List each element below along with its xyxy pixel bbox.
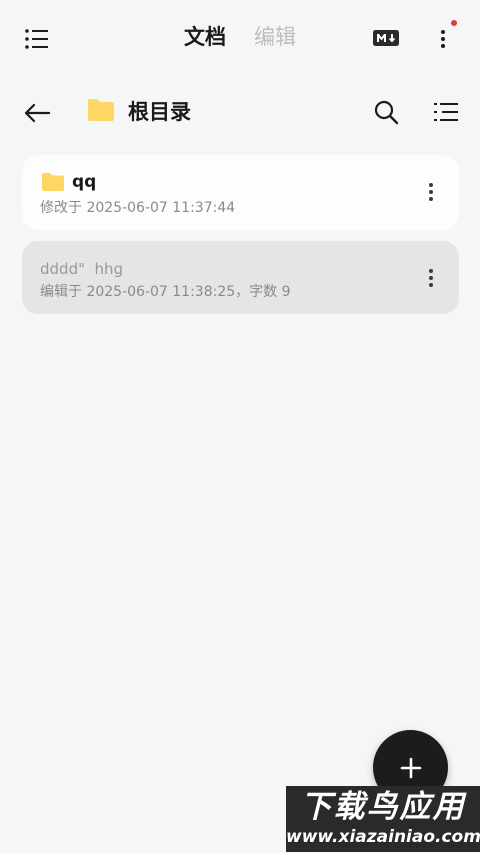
notification-dot [451,20,457,26]
top-bar: 文档 编辑 [0,0,480,76]
watermark-brand: 下载鸟应用 [300,789,466,825]
list-item-folder[interactable]: qq 修改于 2025-06-07 11:37:44 [22,155,459,230]
list-item-note[interactable]: dddd" hhg 编辑于 2025-06-07 11:38:25，字数 9 [22,241,459,314]
folder-name: qq [72,172,97,192]
tab-documents[interactable]: 文档 [184,22,226,52]
markdown-button[interactable] [370,24,402,52]
search-icon [374,100,399,125]
search-button[interactable] [368,94,404,130]
menu-icon [25,29,48,49]
list-icon [434,103,458,121]
path-bar: 根目录 [0,86,480,138]
more-vertical-icon [429,183,433,201]
more-options-button[interactable] [428,22,458,56]
folder-icon [42,173,64,191]
back-button[interactable] [18,94,56,132]
more-vertical-icon [429,269,433,287]
list-view-button[interactable] [428,94,464,130]
back-arrow-icon [24,103,51,123]
note-more-button[interactable] [423,265,439,291]
watermark-url: www.xiazainiao.com [286,827,480,847]
plus-icon [400,757,421,778]
menu-button[interactable] [20,22,54,56]
tab-edit[interactable]: 编辑 [254,22,296,52]
folder-icon [88,99,114,121]
watermark: 下载鸟应用 www.xiazainiao.com [286,786,480,852]
note-title: dddd" hhg [40,260,124,278]
folder-modified-time: 修改于 2025-06-07 11:37:44 [40,200,236,216]
markdown-icon [373,30,399,46]
note-edited-time: 编辑于 2025-06-07 11:38:25，字数 9 [40,284,291,300]
path-title: 根目录 [128,100,191,124]
more-vertical-icon [441,30,445,48]
folder-more-button[interactable] [423,179,439,205]
